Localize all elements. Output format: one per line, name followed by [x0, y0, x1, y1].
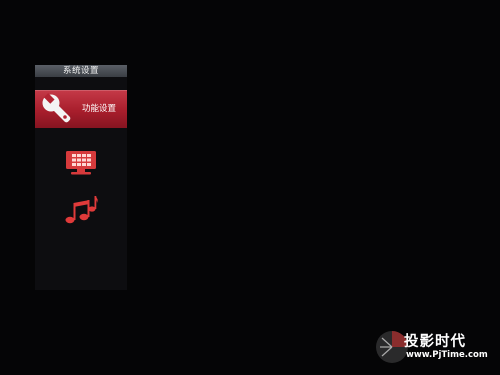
display-grid-icon [65, 150, 97, 180]
settings-menu-panel: 系统设置 功能设置 [35, 65, 127, 290]
music-note-icon [64, 195, 100, 229]
menu-item-function-settings[interactable]: 功能设置 [35, 90, 127, 128]
watermark-url: www.PjTime.com [406, 350, 488, 360]
menu-title: 系统设置 [35, 65, 127, 77]
wrench-icon [41, 93, 73, 129]
menu-item-audio[interactable] [35, 194, 127, 226]
menu-item-display[interactable] [35, 148, 127, 176]
watermark-title: 投影时代 [404, 334, 466, 350]
watermark: 投影时代 www.PjTime.com [374, 329, 492, 365]
menu-item-label: 功能设置 [82, 104, 117, 114]
